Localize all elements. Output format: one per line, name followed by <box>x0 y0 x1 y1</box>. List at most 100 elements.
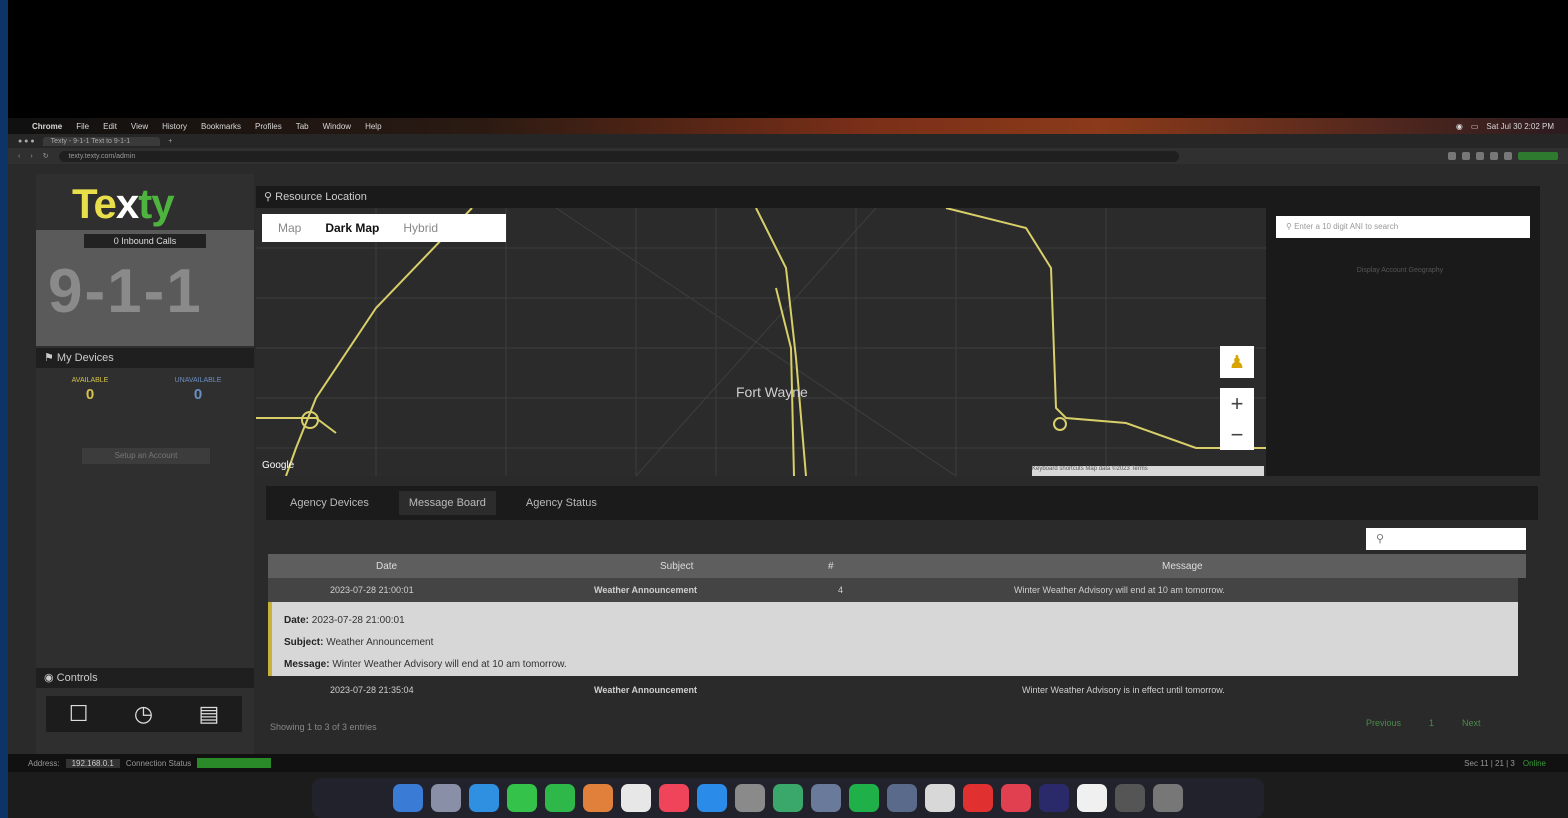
inbound-calls-panel: 0 Inbound Calls 9-1-1 <box>36 230 254 346</box>
texty-app: Texty 0 Inbound Calls 9-1-1 ⚑ My Devices… <box>8 164 1568 754</box>
status-session-info: Sec 11 | 21 | 3 <box>1464 758 1515 768</box>
map-type-hybrid[interactable]: Hybrid <box>403 221 438 235</box>
chrome-icon[interactable] <box>773 784 803 812</box>
table-pagination: Previous 1 Next <box>1358 716 1489 730</box>
controls-icon: ◉ <box>44 672 57 684</box>
reminders-icon[interactable] <box>621 784 651 812</box>
table-row[interactable]: 2023-07-28 21:00:01 Weather Announcement… <box>268 578 1518 602</box>
battery-icon[interactable]: ▭ <box>1471 122 1479 131</box>
extension-icon[interactable] <box>1490 152 1498 160</box>
display-geography-button[interactable]: Display Account Geography <box>1310 264 1490 278</box>
column-subject[interactable]: Subject <box>660 561 693 572</box>
sidebar: Texty 0 Inbound Calls 9-1-1 ⚑ My Devices… <box>36 174 254 754</box>
zoom-out-icon[interactable]: − <box>1220 419 1254 450</box>
texty-logo: Texty <box>72 180 175 227</box>
nav-back-icon[interactable]: ‹ <box>18 153 20 160</box>
new-tab-icon[interactable]: + <box>168 138 172 145</box>
extension-icon[interactable] <box>1504 152 1512 160</box>
screenshot-root: Chrome File Edit View History Bookmarks … <box>0 0 1568 818</box>
macos-menubar: Chrome File Edit View History Bookmarks … <box>8 118 1568 134</box>
cloud-icon[interactable] <box>925 784 955 812</box>
tab-message-board[interactable]: Message Board <box>398 491 496 515</box>
menu-item-window[interactable]: Window <box>323 122 351 131</box>
browser-tab[interactable]: Texty - 9-1-1 Text to 9-1-1 <box>42 136 161 146</box>
photo-booth-icon[interactable] <box>1001 784 1031 812</box>
status-address-value: 192.168.0.1 <box>65 758 120 768</box>
menubar-app-name[interactable]: Chrome <box>32 122 62 131</box>
menubar-clock[interactable]: Sat Jul 30 2:02 PM <box>1486 122 1554 131</box>
system-preferences-icon[interactable] <box>735 784 765 812</box>
whatsapp-icon[interactable] <box>849 784 879 812</box>
menu-item-history[interactable]: History <box>162 122 187 131</box>
table-search-input[interactable]: ⚲ <box>1366 528 1526 550</box>
clock-icon[interactable]: ◷ <box>134 701 153 727</box>
extension-icon[interactable] <box>1462 152 1470 160</box>
devices-icon: ⚑ <box>44 352 57 364</box>
column-count[interactable]: # <box>828 561 834 572</box>
app-status-bar: Address: 192.168.0.1 Connection Status S… <box>8 754 1568 772</box>
desktop-screen: Chrome File Edit View History Bookmarks … <box>8 118 1568 818</box>
trash-icon[interactable] <box>1153 784 1183 812</box>
device-unavailable: UNAVAILABLE 0 <box>174 377 222 403</box>
pager-previous[interactable]: Previous <box>1358 716 1409 730</box>
document-icon[interactable] <box>1077 784 1107 812</box>
map-type-dark[interactable]: Dark Map <box>325 221 379 235</box>
safari-icon[interactable] <box>469 784 499 812</box>
macos-dock <box>312 778 1264 818</box>
nav-forward-icon[interactable]: › <box>30 153 32 160</box>
bottom-tabs: Agency Devices Message Board Agency Stat… <box>266 486 1538 520</box>
chat-icon[interactable]: ▤ <box>198 701 219 727</box>
message-table: Date Subject # Message 2023-07-28 21:00:… <box>268 554 1526 704</box>
search-icon: ⚲ <box>1286 222 1295 231</box>
menu-item-edit[interactable]: Edit <box>103 122 117 131</box>
extension-icon[interactable] <box>1476 152 1484 160</box>
menu-item-help[interactable]: Help <box>365 122 381 131</box>
map-attribution[interactable]: Keyboard shortcuts Map data ©2023 Terms <box>1032 466 1264 476</box>
menu-item-view[interactable]: View <box>131 122 148 131</box>
app-store-icon[interactable] <box>697 784 727 812</box>
menu-item-tab[interactable]: Tab <box>296 122 309 131</box>
messages-icon[interactable] <box>507 784 537 812</box>
phone-icon[interactable]: ☐ <box>69 701 89 727</box>
browser-tab-bar: ● ● ● Texty - 9-1-1 Text to 9-1-1 + <box>8 134 1568 148</box>
reload-icon[interactable]: ↻ <box>43 152 49 160</box>
devices-summary: AVAILABLE 0 UNAVAILABLE 0 <box>36 371 254 431</box>
zoom-in-icon[interactable]: + <box>1220 388 1254 419</box>
connection-status-bar <box>197 758 272 768</box>
pager-next[interactable]: Next <box>1454 716 1489 730</box>
tab-agency-status[interactable]: Agency Status <box>516 491 607 515</box>
ani-search-input[interactable]: ⚲ Enter a 10 digit ANI to search <box>1276 216 1530 238</box>
map-type-map[interactable]: Map <box>278 221 301 235</box>
pager-page-1[interactable]: 1 <box>1421 716 1442 730</box>
menu-item-file[interactable]: File <box>76 122 89 131</box>
extension-icon[interactable] <box>1448 152 1456 160</box>
street-view-pegman-icon[interactable]: ♟ <box>1220 346 1254 378</box>
device-available: AVAILABLE 0 <box>71 377 109 403</box>
audition-icon[interactable] <box>1039 784 1069 812</box>
table-row[interactable]: 2023-07-28 21:35:04 Weather Announcement… <box>268 678 1518 702</box>
finder-icon[interactable] <box>393 784 423 812</box>
menu-item-profiles[interactable]: Profiles <box>255 122 282 131</box>
address-bar[interactable]: texty.texty.com/admin <box>58 150 1179 162</box>
column-message[interactable]: Message <box>1162 561 1203 572</box>
map-canvas[interactable]: Map Dark Map Hybrid Fort Wayne ♟ + − Goo… <box>256 208 1266 476</box>
tab-agency-devices[interactable]: Agency Devices <box>280 491 379 515</box>
menu-item-bookmarks[interactable]: Bookmarks <box>201 122 241 131</box>
screenshot-icon[interactable] <box>887 784 917 812</box>
menubar-status-area: ◉ ▭ Sat Jul 30 2:02 PM <box>1456 122 1568 131</box>
profile-button[interactable] <box>1518 152 1558 160</box>
acrobat-icon[interactable] <box>963 784 993 812</box>
preview-icon[interactable] <box>811 784 841 812</box>
status-right: Sec 11 | 21 | 3 Online <box>1464 759 1568 768</box>
launchpad-icon[interactable] <box>431 784 461 812</box>
map-type-control: Map Dark Map Hybrid <box>262 214 506 242</box>
column-date[interactable]: Date <box>376 561 397 572</box>
inbound-calls-label: 0 Inbound Calls <box>84 234 206 248</box>
window-controls-icon[interactable]: ● ● ● <box>18 138 35 145</box>
music-icon[interactable] <box>659 784 689 812</box>
wifi-icon[interactable]: ◉ <box>1456 122 1463 131</box>
photos-icon[interactable] <box>583 784 613 812</box>
setup-account-button[interactable]: Setup an Account <box>82 448 210 464</box>
facetime-icon[interactable] <box>545 784 575 812</box>
downloads-icon[interactable] <box>1115 784 1145 812</box>
